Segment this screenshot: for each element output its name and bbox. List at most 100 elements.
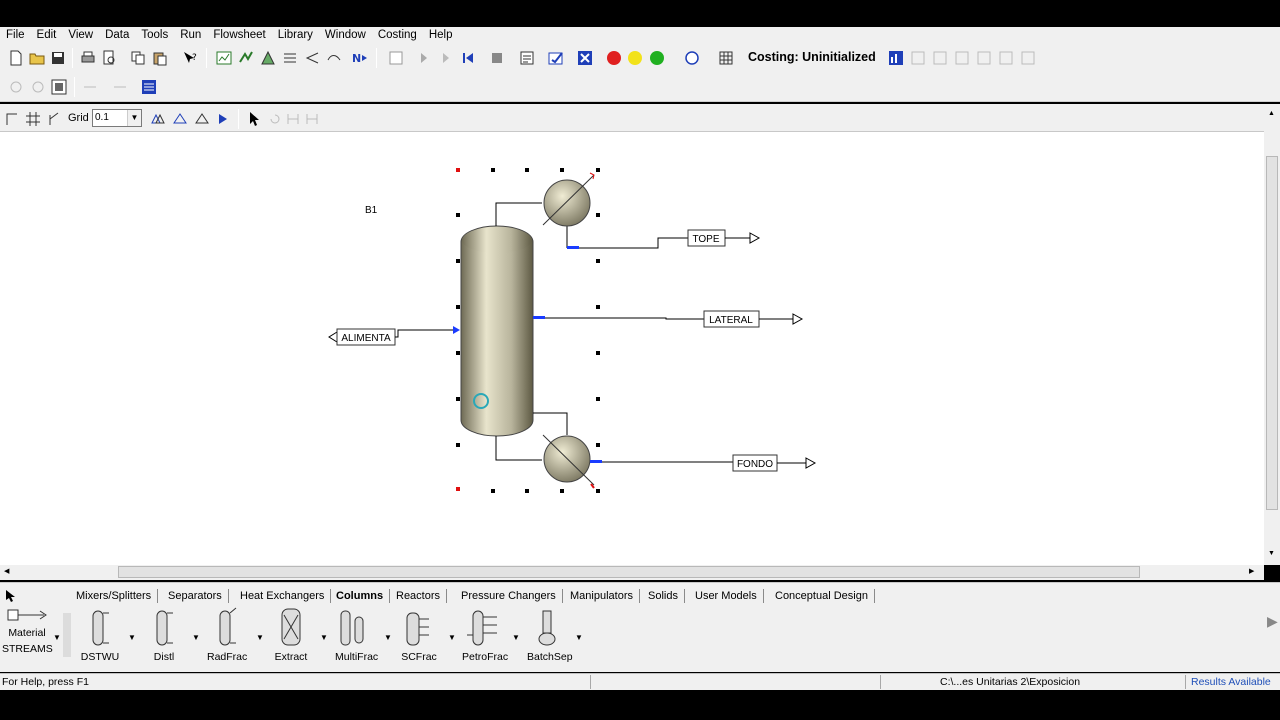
- components-icon[interactable]: [280, 48, 299, 67]
- costing-tool-icon[interactable]: [930, 48, 949, 67]
- menu-view[interactable]: View: [62, 27, 99, 44]
- tab-columns[interactable]: Columns: [330, 589, 391, 603]
- whats-this-help-icon[interactable]: ?: [180, 48, 199, 67]
- print-preview-icon[interactable]: [99, 48, 118, 67]
- chevron-down-icon[interactable]: ▼: [192, 633, 200, 642]
- grid-size-select[interactable]: 0.1 ▼: [92, 109, 142, 127]
- red-status-icon[interactable]: [604, 48, 623, 67]
- tab-conceptual-design[interactable]: Conceptual Design: [769, 589, 875, 603]
- save-icon[interactable]: [48, 48, 67, 67]
- menu-help[interactable]: Help: [423, 27, 459, 44]
- stream-alimenta-line[interactable]: [395, 329, 453, 338]
- palette-scroll-left-icon[interactable]: [63, 613, 71, 657]
- chevron-down-icon[interactable]: ▼: [53, 633, 61, 642]
- vertical-scrollbar[interactable]: ▲ ▼: [1264, 104, 1280, 565]
- reinitialize-icon[interactable]: [458, 48, 477, 67]
- disabled-rotate-icon[interactable]: [265, 109, 284, 128]
- results-icon[interactable]: [546, 48, 565, 67]
- step-icon[interactable]: [414, 48, 433, 67]
- chevron-down-icon[interactable]: ▼: [256, 633, 264, 642]
- chevron-down-icon[interactable]: ▼: [127, 110, 141, 126]
- disabled-tool-icon[interactable]: [28, 77, 47, 96]
- chevron-down-icon[interactable]: ▼: [128, 633, 136, 642]
- menu-library[interactable]: Library: [272, 27, 319, 44]
- menu-edit[interactable]: Edit: [31, 27, 63, 44]
- vertical-scroll-thumb[interactable]: [1266, 156, 1278, 510]
- horizontal-scroll-thumb[interactable]: [118, 566, 1140, 578]
- zoom-full-icon[interactable]: [213, 109, 232, 128]
- open-icon[interactable]: [27, 48, 46, 67]
- costing-chart-icon[interactable]: [886, 48, 905, 67]
- menu-data[interactable]: Data: [99, 27, 135, 44]
- check-results-icon[interactable]: [517, 48, 536, 67]
- model-dstwu[interactable]: DSTWU: [80, 605, 120, 663]
- horizontal-scrollbar[interactable]: ◀ ▶: [0, 565, 1264, 580]
- model-scfrac[interactable]: SCFrac: [399, 605, 439, 663]
- blocks-icon[interactable]: [324, 48, 343, 67]
- tab-mixers-splitters[interactable]: Mixers/Splitters: [70, 589, 159, 603]
- model-multifrac[interactable]: MultiFrac: [335, 605, 378, 663]
- disabled-tool-icon[interactable]: [80, 77, 99, 96]
- costing-tool-icon[interactable]: [974, 48, 993, 67]
- tab-heat-exchangers[interactable]: Heat Exchangers: [234, 589, 332, 603]
- costing-tool-icon[interactable]: [1018, 48, 1037, 67]
- tab-reactors[interactable]: Reactors: [390, 589, 448, 603]
- disabled-tool-icon[interactable]: [6, 77, 25, 96]
- copy-icon[interactable]: [128, 48, 147, 67]
- model-petrofrac[interactable]: PetroFrac: [462, 605, 508, 663]
- palette-scroll-right-icon[interactable]: ▶: [1267, 613, 1278, 630]
- data-browser-icon[interactable]: [214, 48, 233, 67]
- scroll-right-arrow-icon[interactable]: ▶: [1249, 567, 1254, 575]
- chevron-down-icon[interactable]: ▼: [512, 633, 520, 642]
- stream-tope-line[interactable]: [567, 237, 688, 249]
- align-icon[interactable]: [2, 109, 21, 128]
- scroll-up-arrow-icon[interactable]: ▲: [1268, 110, 1275, 117]
- print-icon[interactable]: [78, 48, 97, 67]
- scroll-left-arrow-icon[interactable]: ◀: [4, 567, 9, 575]
- costing-tool-icon[interactable]: [952, 48, 971, 67]
- chevron-down-icon[interactable]: ▼: [384, 633, 392, 642]
- chevron-down-icon[interactable]: ▼: [448, 633, 456, 642]
- yellow-status-icon[interactable]: [625, 48, 644, 67]
- next-input-icon[interactable]: N: [350, 48, 369, 67]
- flowsheet-canvas[interactable]: B1 TOPE LATERAL FONDO ALIMENTA: [0, 132, 1264, 565]
- menu-flowsheet[interactable]: Flowsheet: [207, 27, 271, 44]
- condenser[interactable]: [542, 172, 595, 227]
- green-status-icon[interactable]: [647, 48, 666, 67]
- setup-icon[interactable]: [258, 48, 277, 67]
- reboiler[interactable]: [542, 434, 595, 489]
- section-icon[interactable]: [49, 77, 68, 96]
- menu-tools[interactable]: Tools: [135, 27, 174, 44]
- model-library-icon[interactable]: [682, 48, 701, 67]
- scroll-down-arrow-icon[interactable]: ▼: [1268, 550, 1275, 557]
- disabled-flip-icon[interactable]: [302, 109, 321, 128]
- model-distl[interactable]: Distl: [144, 605, 184, 663]
- model-batchsep[interactable]: BatchSep: [527, 605, 573, 663]
- palette-select-pointer-icon[interactable]: [4, 589, 16, 606]
- grid-toggle-icon[interactable]: [23, 109, 42, 128]
- select-pointer-icon[interactable]: [244, 109, 263, 128]
- snap-icon[interactable]: [44, 109, 63, 128]
- disabled-tool-icon[interactable]: [110, 77, 129, 96]
- costing-tool-icon[interactable]: [908, 48, 927, 67]
- chevron-down-icon[interactable]: ▼: [575, 633, 583, 642]
- zoom-out-icon[interactable]: [192, 109, 211, 128]
- zoom-icon[interactable]: [148, 109, 167, 128]
- next-icon[interactable]: [236, 48, 255, 67]
- stop-icon[interactable]: [487, 48, 506, 67]
- tab-separators[interactable]: Separators: [162, 589, 229, 603]
- menu-window[interactable]: Window: [319, 27, 372, 44]
- chevron-down-icon[interactable]: ▼: [320, 633, 328, 642]
- costing-tool-icon[interactable]: [996, 48, 1015, 67]
- tab-manipulators[interactable]: Manipulators: [564, 589, 640, 603]
- report-icon[interactable]: [139, 77, 158, 96]
- model-extract[interactable]: Extract: [271, 605, 311, 663]
- distillation-column[interactable]: [460, 225, 534, 437]
- stream-lateral-line[interactable]: [533, 317, 704, 320]
- tab-user-models[interactable]: User Models: [689, 589, 764, 603]
- run-icon[interactable]: [436, 48, 455, 67]
- material-streams-tool[interactable]: Material STREAMS: [2, 605, 53, 663]
- menu-run[interactable]: Run: [174, 27, 207, 44]
- zoom-in-icon[interactable]: [170, 109, 189, 128]
- status-results[interactable]: Results Available: [1191, 674, 1271, 690]
